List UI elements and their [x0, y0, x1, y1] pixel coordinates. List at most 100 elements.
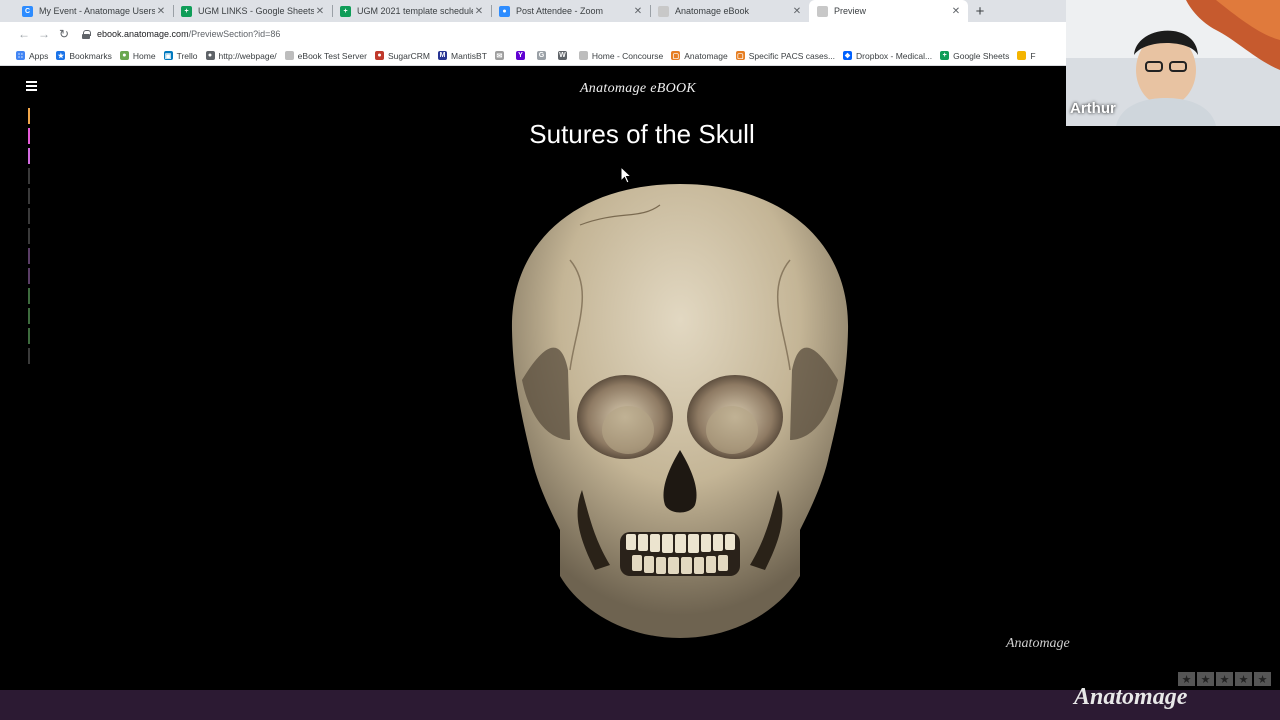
section-marker[interactable]	[28, 328, 30, 344]
mouse-cursor-icon	[620, 166, 632, 184]
bookmark-favicon-icon: ∷	[16, 51, 25, 60]
star-icon[interactable]: ★	[1197, 672, 1214, 686]
tab-favicon-icon	[817, 5, 828, 17]
bookmark-item[interactable]: ● Home	[119, 50, 156, 61]
new-tab-button[interactable]: +	[968, 0, 992, 22]
bookmark-favicon-icon: ✉	[494, 51, 504, 60]
skull-3d-model[interactable]	[510, 180, 850, 640]
bookmark-item[interactable]: Y	[515, 51, 529, 60]
anatomage-watermark: Anatomage	[1006, 636, 1070, 651]
reload-icon[interactable]: ↻	[54, 27, 74, 41]
back-icon[interactable]: ←	[14, 27, 34, 41]
star-icon[interactable]: ★	[1216, 672, 1233, 686]
participant-video-tile[interactable]: Arthur	[1066, 0, 1280, 126]
bookmark-label: Trello	[176, 50, 198, 61]
url-host: ebook.anatomage.com	[97, 29, 189, 39]
tab-favicon-icon: +	[181, 5, 192, 17]
bookmark-favicon-icon: G	[536, 51, 546, 60]
bookmark-label: Anatomage	[684, 50, 728, 61]
section-marker[interactable]	[28, 148, 30, 164]
orbit-right-floor	[706, 406, 758, 454]
bookmark-item[interactable]: G	[536, 51, 550, 60]
lock-icon	[82, 29, 91, 39]
bookmark-item[interactable]: ▢ Specific PACS cases...	[735, 50, 836, 61]
bookmark-favicon-icon: ●	[374, 51, 384, 60]
bookmark-item[interactable]: M MantisBT	[438, 51, 487, 61]
section-marker[interactable]	[28, 228, 30, 244]
tab-favicon-icon	[658, 5, 669, 17]
forward-icon[interactable]: →	[34, 27, 54, 41]
tab-favicon-icon: ●	[499, 5, 510, 17]
star-icon[interactable]: ★	[1235, 672, 1252, 686]
bookmark-favicon-icon: Y	[515, 51, 525, 60]
tab-title: UGM 2021 template schedule_3	[357, 6, 473, 16]
star-icon[interactable]: ★	[1178, 672, 1195, 686]
section-marker[interactable]	[28, 268, 30, 284]
bookmark-item[interactable]: ▣ Trello	[163, 50, 198, 61]
zoom-bottom-strip: Anatomage	[0, 684, 1280, 720]
bookmark-label: MantisBT	[451, 50, 487, 61]
section-marker[interactable]	[28, 208, 30, 224]
close-tab-icon[interactable]: ✕	[791, 6, 803, 17]
section-marker[interactable]	[28, 308, 30, 324]
browser-toolbar: ← → ↻ ebook.anatomage.com/PreviewSection…	[0, 22, 1066, 46]
bookmark-label: Bookmarks	[69, 50, 112, 61]
bookmark-item[interactable]: ❖ Dropbox - Medical...	[843, 51, 932, 61]
section-marker[interactable]	[28, 248, 30, 264]
close-tab-icon[interactable]: ✕	[314, 6, 326, 17]
bookmark-label: F	[1030, 50, 1036, 61]
bookmark-item[interactable]: + Google Sheets	[940, 51, 1009, 61]
section-marker[interactable]	[28, 288, 30, 304]
close-tab-icon[interactable]: ✕	[950, 6, 962, 17]
section-marker[interactable]	[28, 168, 30, 184]
tab-title: Anatomage eBook	[675, 6, 750, 16]
bookmark-label: Dropbox - Medical...	[856, 50, 933, 61]
bookmark-label: eBook Test Server	[297, 50, 367, 61]
bookmark-label: Home	[132, 50, 156, 61]
browser-tab[interactable]: Anatomage eBook ✕	[650, 0, 809, 22]
bookmark-item[interactable]: eBook Test Server	[284, 50, 367, 61]
bookmark-favicon-icon: ▣	[163, 51, 173, 60]
bookmark-item[interactable]: ∷ Apps	[16, 51, 48, 61]
browser-tab[interactable]: Preview ✕	[809, 0, 968, 22]
close-tab-icon[interactable]: ✕	[473, 6, 485, 17]
browser-tab[interactable]: + UGM LINKS - Google Sheets ✕	[173, 0, 332, 22]
star-icon[interactable]: ★	[1254, 672, 1271, 686]
browser-tab-strip: CMy Event - Anatomage Users Gr✕+UGM LINK…	[0, 0, 1066, 22]
tab-title: Post Attendee - Zoom	[516, 6, 604, 16]
bookmark-item[interactable]: ● SugarCRM	[374, 51, 430, 61]
bookmark-item[interactable]: ▢ Anatomage	[671, 50, 728, 61]
close-tab-icon[interactable]: ✕	[155, 6, 167, 17]
bookmark-label: Home - Concourse	[591, 50, 664, 61]
bookmark-item[interactable]: ★ Bookmarks	[56, 51, 112, 61]
bookmark-item[interactable]: F	[1017, 50, 1036, 61]
tab-favicon-icon: C	[22, 5, 33, 17]
bookmark-favicon-icon: ▢	[735, 51, 745, 60]
bookmark-favicon-icon: ●	[205, 51, 215, 60]
bookmark-item[interactable]: ● http://webpage/	[205, 51, 277, 61]
tab-title: Preview	[834, 6, 867, 16]
bookmark-item[interactable]: ✉	[494, 51, 508, 60]
bookmark-favicon-icon	[578, 51, 588, 60]
address-bar[interactable]: ebook.anatomage.com/PreviewSection?id=86	[82, 25, 1066, 43]
section-marker[interactable]	[28, 348, 30, 364]
bookmark-item[interactable]: Home - Concourse	[578, 50, 664, 61]
bookmark-item[interactable]: W	[557, 51, 571, 60]
bottom-brand-logo: Anatomage	[1074, 684, 1188, 710]
browser-tab[interactable]: ● Post Attendee - Zoom ✕	[491, 0, 650, 22]
browser-tab[interactable]: + UGM 2021 template schedule_3✕	[332, 0, 491, 22]
bookmark-label: Google Sheets	[953, 50, 1010, 61]
url-path: /PreviewSection?id=86	[188, 29, 281, 39]
bookmark-favicon-icon: +	[940, 51, 950, 60]
close-tab-icon[interactable]: ✕	[632, 6, 644, 17]
reaction-bar: ★ ★ ★ ★ ★	[1176, 672, 1271, 686]
tab-title: UGM LINKS - Google Sheets	[198, 6, 314, 16]
browser-tab[interactable]: C My Event - Anatomage Users Gr✕	[14, 0, 173, 22]
screen: CMy Event - Anatomage Users Gr✕+UGM LINK…	[0, 0, 1280, 720]
section-marker[interactable]	[28, 188, 30, 204]
bookmark-favicon-icon: ●	[119, 51, 129, 60]
tab-title: My Event - Anatomage Users Gr	[39, 6, 155, 16]
bookmark-favicon-icon: M	[438, 51, 448, 60]
bookmark-label: Specific PACS cases...	[748, 50, 836, 61]
participant-name: Arthur	[1070, 100, 1116, 117]
